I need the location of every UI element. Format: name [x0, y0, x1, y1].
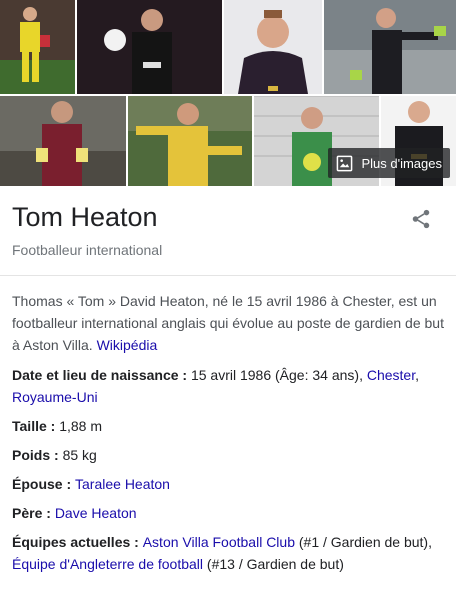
fact-height-value: 1,88 m — [59, 418, 103, 434]
photo-4[interactable] — [324, 0, 456, 94]
fact-spouse: Épouse : Taralee Heaton — [12, 473, 444, 495]
father-link[interactable]: Dave Heaton — [55, 505, 137, 521]
chester-link[interactable]: Chester — [367, 367, 415, 383]
fact-father-label: Père : — [12, 505, 55, 521]
wikipedia-link[interactable]: Wikipédia — [97, 337, 158, 353]
fact-height-label: Taille : — [12, 418, 60, 434]
photo-5[interactable] — [0, 96, 126, 186]
aston-villa-link[interactable]: Aston Villa Football Club — [143, 534, 295, 550]
spouse-link[interactable]: Taralee Heaton — [75, 476, 170, 492]
description: Thomas « Tom » David Heaton, né le 15 av… — [0, 276, 456, 356]
description-text: Thomas « Tom » David Heaton, né le 15 av… — [12, 293, 444, 353]
fact-spouse-label: Épouse : — [12, 476, 76, 492]
fact-weight-value: 85 kg — [62, 447, 97, 463]
image-gallery: Plus d'images — [0, 0, 456, 186]
fact-birth-sep: , — [415, 367, 419, 383]
entity-title: Tom Heaton — [12, 202, 158, 232]
more-images-label: Plus d'images — [361, 155, 442, 171]
fact-birth-label: Date et lieu de naissance : — [12, 367, 191, 383]
facts-list: Date et lieu de naissance : 15 avril 198… — [0, 356, 456, 575]
more-images-button[interactable]: Plus d'images — [328, 148, 450, 178]
fact-teams-label: Équipes actuelles : — [12, 534, 143, 550]
photo-6[interactable] — [128, 96, 252, 186]
fact-teams-value1: (#1 / Gardien de but), — [295, 534, 432, 550]
photo-1[interactable] — [0, 0, 75, 94]
fact-height: Taille : 1,88 m — [12, 415, 444, 437]
image-icon — [337, 155, 353, 171]
fact-teams-value2: (#13 / Gardien de but) — [203, 556, 344, 572]
fact-birth: Date et lieu de naissance : 15 avril 198… — [12, 364, 444, 408]
share-icon — [412, 209, 430, 229]
fact-teams: Équipes actuelles : Aston Villa Football… — [12, 531, 444, 575]
entity-subtitle: Footballeur international — [12, 242, 163, 258]
fact-weight: Poids : 85 kg — [12, 444, 444, 466]
fact-weight-label: Poids : — [12, 447, 63, 463]
england-team-link[interactable]: Équipe d'Angleterre de football — [12, 556, 203, 572]
fact-birth-value: 15 avril 1986 (Âge: 34 ans), — [190, 367, 367, 383]
royaume-uni-link[interactable]: Royaume-Uni — [12, 389, 98, 405]
photo-3[interactable] — [224, 0, 322, 94]
panel-header: Tom Heaton Footballeur international — [0, 186, 456, 276]
knowledge-panel: Plus d'images Tom Heaton Footballeur int… — [0, 0, 456, 592]
photo-2[interactable] — [77, 0, 222, 94]
share-button[interactable] — [410, 208, 432, 230]
fact-father: Père : Dave Heaton — [12, 502, 444, 524]
